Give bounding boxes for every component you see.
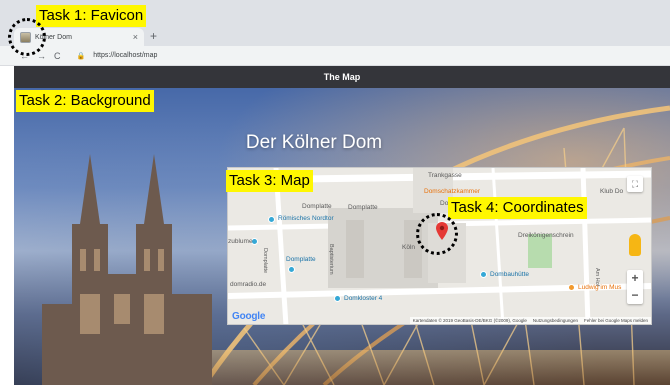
map-attribution: Kartendaten © 2019 GeoBasis-DE/BKG (©200… [412,318,527,323]
page-title: Der Kölner Dom [245,132,383,153]
map-label-domkloster4: Domkloster 4 [344,295,383,302]
map-label-vertical-baptisterium: Baptisterium [328,244,334,275]
browser-toolbar: ← → C 🔒 https://localhost/map [0,46,670,66]
map-terms-link[interactable]: Nutzungsbedingungen [533,318,578,323]
lock-icon: 🔒 [76,52,86,60]
address-bar[interactable]: https://localhost/map [93,52,157,59]
poi-domplatte[interactable] [288,266,295,273]
zoom-controls: + − [627,270,643,304]
map-label-ludwig: Ludwig im Mus [578,284,622,291]
web-page: The Map Der Kölner Dom Trankgasse Domsch… [14,66,670,385]
map-label-klub: Klub Do [600,188,624,195]
task3-label: Task 3: Map [226,170,313,192]
new-tab-button[interactable]: + [150,29,157,43]
poi-ludwig[interactable] [568,284,575,291]
marker-highlight-circle [416,213,458,255]
zoom-out-button[interactable]: − [627,287,643,304]
poi-dombauhuette[interactable] [480,271,487,278]
tab-close-icon[interactable]: × [133,32,138,42]
map-label-vertical-domplatte: Domplatte [262,248,268,274]
map-label-domplatte-top: Domplatte [302,203,332,210]
map-label-domplatte-north: Domplatte [348,204,378,211]
map-label-domschatzkammer: Domschatzkammer [424,188,480,195]
fullscreen-button[interactable]: ⛶ [627,176,643,192]
cathedral-image [42,154,212,385]
map-label-koeln: Köln [402,244,416,251]
task1-label: Task 1: Favicon [36,5,147,27]
poi-roemisches-nordtor[interactable] [268,216,275,223]
map-report-link[interactable]: Fehler bei Google Maps melden [584,318,648,323]
favicon-highlight-circle [8,18,46,56]
page-header-title: The Map [323,72,361,82]
pegman-street-view-icon[interactable] [629,234,641,256]
zoom-in-button[interactable]: + [627,270,643,287]
map-label-roemisches-nordtor: Römisches Nordtor [278,215,334,222]
poi-domkloster4[interactable] [334,295,341,302]
page-header: The Map [14,66,670,88]
tab-title: Kölner Dom [35,33,72,41]
map-label-zublume: zublume [228,238,253,245]
map-label-trankgasse: Trankgasse [428,172,462,179]
google-logo: Google [232,311,266,322]
map-label-dreikoenigenschrein: Dreikönigenschrein [518,232,574,239]
reload-icon[interactable]: C [54,51,61,61]
task2-label: Task 2: Background [16,90,154,112]
map-footer: Kartendaten © 2019 GeoBasis-DE/BKG (©200… [409,317,651,324]
map-label-dombauhuette: Dombauhütte [490,271,530,278]
map-label-domradio: domradio.de [230,281,267,288]
map-label-domplatte-poi: Domplatte [286,256,316,263]
task4-label: Task 4: Coordinates [448,197,587,219]
